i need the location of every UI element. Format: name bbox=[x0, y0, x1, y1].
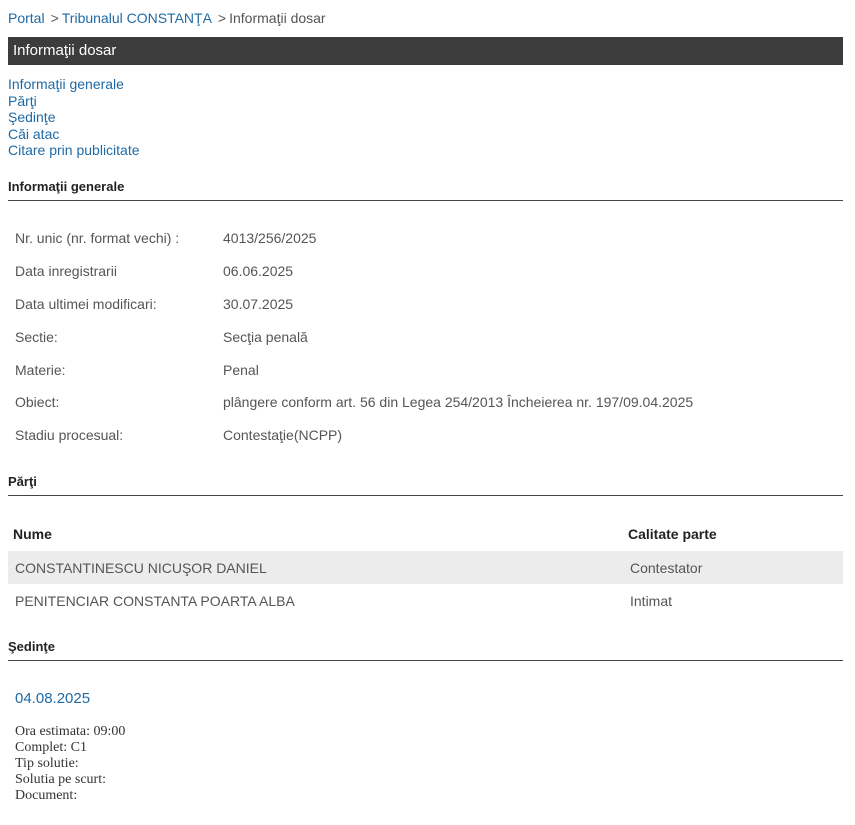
section-nav: Informaţii generale Părţi Şedinţe Căi at… bbox=[8, 76, 140, 159]
info-value: 4013/256/2025 bbox=[223, 230, 317, 247]
page-title-bar: Informaţii dosar bbox=[8, 37, 843, 65]
info-value: Secţia penală bbox=[223, 328, 308, 345]
section-heading-sedinte: Şedinţe bbox=[8, 639, 843, 661]
table-row: PENITENCIAR CONSTANTA POARTA ALBA Intima… bbox=[8, 584, 843, 617]
info-value: Contestaţie(NCPP) bbox=[223, 427, 343, 444]
sedinta-solutia-pe-scurt: Solutia pe scurt: bbox=[15, 772, 106, 787]
parti-table: Nume Calitate parte CONSTANTINESCU NICUŞ… bbox=[8, 517, 843, 617]
sedinta-document: Document: bbox=[15, 788, 78, 803]
nav-link-sedinte[interactable]: Şedinţe bbox=[8, 109, 140, 126]
info-label: Obiect: bbox=[15, 394, 60, 411]
info-label: Materie: bbox=[15, 361, 66, 378]
info-value: 30.07.2025 bbox=[223, 295, 294, 312]
sedinta-details: Ora estimata: 09:00 Complet: C1 Tip solu… bbox=[15, 724, 125, 804]
breadcrumb-separator: > bbox=[50, 10, 59, 26]
nav-link-cai-atac[interactable]: Căi atac bbox=[8, 126, 140, 143]
section-heading-parti: Părţi bbox=[8, 474, 843, 496]
info-value: Penal bbox=[223, 361, 259, 378]
sedinta-date: 04.08.2025 bbox=[15, 690, 91, 707]
info-label: Data ultimei modificari: bbox=[15, 295, 157, 312]
table-row: CONSTANTINESCU NICUŞOR DANIEL Contestato… bbox=[8, 551, 843, 584]
info-value: 06.06.2025 bbox=[223, 263, 294, 280]
breadcrumb-court-link[interactable]: Tribunalul CONSTANŢA bbox=[62, 10, 212, 26]
nav-link-informatii-generale[interactable]: Informaţii generale bbox=[8, 76, 140, 93]
column-header-calitate-parte: Calitate parte bbox=[628, 526, 717, 542]
breadcrumb-separator: > bbox=[217, 10, 227, 26]
nav-link-citare-prin-publicitate[interactable]: Citare prin publicitate bbox=[8, 142, 140, 159]
info-row: Obiect: plângere conform art. 56 din Leg… bbox=[8, 386, 693, 419]
party-role: Contestator bbox=[623, 551, 843, 584]
breadcrumb: Portal > Tribunalul CONSTANŢA > Informaţii d… bbox=[8, 10, 326, 26]
info-row: Data ultimei modificari: 30.07.2025 bbox=[8, 288, 693, 321]
info-row: Stadiu procesual: Contestaţie(NCPP) bbox=[8, 419, 693, 452]
info-row: Nr. unic (nr. format vechi) : 4013/256/2… bbox=[8, 222, 693, 255]
sedinta-ora: Ora estimata: 09:00 bbox=[15, 724, 126, 739]
info-label: Sectie: bbox=[15, 328, 58, 345]
info-label: Stadiu procesual: bbox=[15, 427, 124, 444]
nav-link-parti[interactable]: Părţi bbox=[8, 93, 140, 110]
section-heading-general: Informaţii generale bbox=[8, 179, 843, 201]
info-row: Data inregistrarii 06.06.2025 bbox=[8, 255, 693, 288]
info-value: plângere conform art. 56 din Legea 254/2… bbox=[223, 394, 694, 411]
info-label: Data inregistrarii bbox=[15, 263, 117, 280]
info-label: Nr. unic (nr. format vechi) : bbox=[15, 230, 180, 247]
general-info-table: Nr. unic (nr. format vechi) : 4013/256/2… bbox=[8, 222, 693, 452]
sedinta-tip-solutie: Tip solutie: bbox=[15, 756, 79, 771]
info-row: Materie: Penal bbox=[8, 353, 693, 386]
party-role: Intimat bbox=[630, 592, 673, 609]
info-row: Sectie: Secţia penală bbox=[8, 320, 693, 353]
parti-header-row: Nume Calitate parte bbox=[8, 517, 843, 551]
column-header-nume: Nume bbox=[13, 526, 52, 542]
party-name: CONSTANTINESCU NICUŞOR DANIEL bbox=[8, 551, 623, 584]
breadcrumb-portal-link[interactable]: Portal bbox=[8, 10, 45, 26]
sedinta-complet: Complet: C1 bbox=[15, 740, 87, 755]
party-name: PENITENCIAR CONSTANTA POARTA ALBA bbox=[15, 592, 295, 609]
breadcrumb-current: Informaţii dosar bbox=[229, 10, 326, 26]
